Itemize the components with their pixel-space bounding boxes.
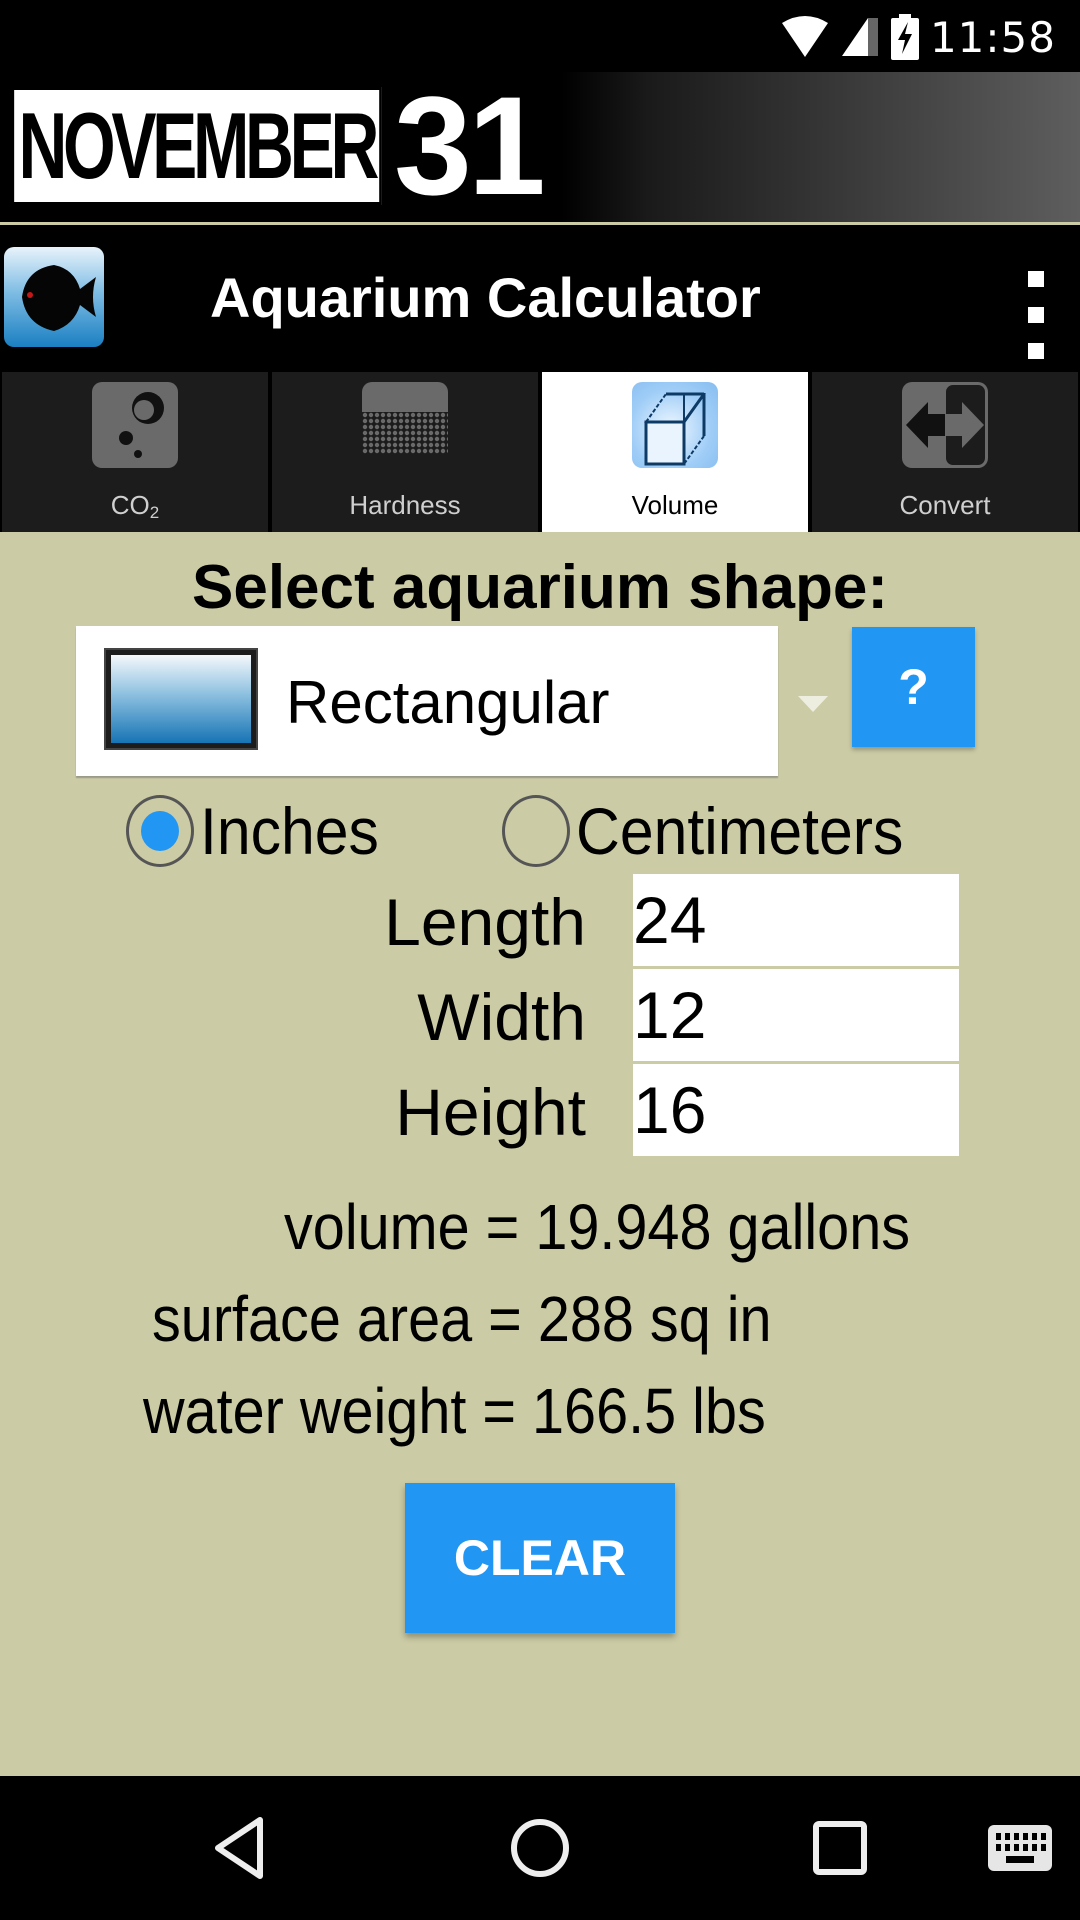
dimension-row-width: Width [0, 969, 1080, 1061]
surface-area-result: surface area = 288 sq in [152, 1283, 772, 1355]
tab-convert[interactable]: Convert [812, 372, 1078, 532]
dimension-row-length: Length [0, 874, 1080, 966]
volume-panel: Select aquarium shape: Rectangular ? Inc… [0, 532, 1080, 1776]
banner-logo: NOVEMBER 31 [12, 76, 546, 216]
radio-label: Inches [200, 794, 379, 868]
tab-volume[interactable]: Volume [542, 372, 808, 532]
app-title: Aquarium Calculator [210, 266, 761, 329]
fish-icon[interactable] [4, 247, 104, 347]
cube-icon [632, 382, 718, 468]
app-bar: Aquarium Calculator [0, 225, 1080, 370]
wifi-icon [781, 16, 828, 57]
height-input[interactable] [633, 1064, 959, 1156]
menu-dot [1028, 271, 1044, 287]
height-label: Height [395, 1075, 586, 1149]
banner: NOVEMBER 31 [0, 72, 1080, 222]
length-input[interactable] [633, 874, 959, 966]
status-time: 11:58 [929, 12, 1056, 62]
convert-arrows-icon [902, 382, 988, 468]
navigation-bar [0, 1776, 1080, 1920]
length-label: Length [384, 885, 586, 959]
radio-button[interactable] [502, 795, 570, 867]
hardness-icon [362, 382, 448, 468]
tab-label: Hardness [349, 490, 461, 520]
tab-label: Convert [899, 490, 991, 520]
tab-label: Volume [631, 490, 719, 520]
menu-dot [1028, 343, 1044, 359]
radio-centimeters[interactable]: Centimeters [502, 790, 932, 872]
logo-word: NOVEMBER [12, 87, 382, 205]
dimension-row-height: Height [0, 1064, 1080, 1156]
water-weight-result: water weight = 166.5 lbs [143, 1375, 766, 1447]
radio-label: Centimeters [576, 794, 904, 868]
logo-number: 31 [394, 67, 546, 224]
tab-label-text: CO [110, 490, 150, 520]
tab-label-subscript: 2 [149, 503, 160, 522]
section-title: Select aquarium shape: [191, 553, 889, 622]
clear-button[interactable]: CLEAR [405, 1483, 675, 1633]
radio-inches[interactable]: Inches [126, 790, 394, 872]
radio-button-checked[interactable] [126, 795, 194, 867]
width-label: Width [417, 980, 586, 1054]
cellular-signal-icon [841, 18, 878, 56]
tab-label: CO2 [2, 490, 268, 523]
battery-charging-icon [890, 14, 919, 60]
back-icon[interactable] [205, 1812, 275, 1884]
keyboard-icon[interactable] [985, 1812, 1055, 1884]
status-bar: 11:58 [0, 0, 1080, 72]
rectangular-shape-icon [104, 648, 258, 750]
menu-dot [1028, 307, 1044, 323]
co2-icon [92, 382, 178, 468]
shape-dropdown[interactable]: Rectangular [76, 626, 778, 776]
tab-bar: CO2 Hardness Volume Convert [0, 370, 1080, 532]
tab-co2[interactable]: CO2 [2, 372, 268, 532]
home-icon[interactable] [505, 1812, 575, 1884]
help-button[interactable]: ? [852, 627, 975, 747]
shape-selected-label: Rectangular [286, 669, 610, 736]
overflow-menu-icon[interactable] [1016, 265, 1056, 365]
chevron-down-icon[interactable] [798, 696, 828, 712]
volume-result: volume = 19.948 gallons [284, 1191, 911, 1263]
status-icons: 11:58 [780, 12, 1056, 62]
width-input[interactable] [633, 969, 959, 1061]
recents-icon[interactable] [805, 1812, 875, 1884]
tab-hardness[interactable]: Hardness [272, 372, 538, 532]
